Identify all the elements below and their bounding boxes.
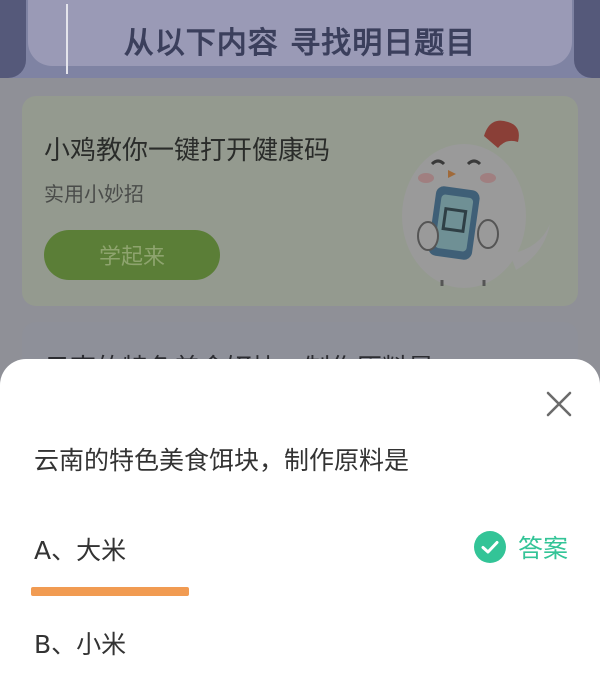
learn-button[interactable]: 学起来 bbox=[44, 230, 220, 280]
promo-card[interactable]: 小鸡教你一键打开健康码 实用小妙招 学起来 bbox=[22, 96, 578, 306]
answer-sheet: 云南的特色美食饵块，制作原料是 A、大米 答案 B、小米 bbox=[0, 359, 600, 699]
option-a[interactable]: A、大米 bbox=[34, 531, 126, 567]
answer-highlight-underline bbox=[31, 587, 189, 596]
answer-label: 答案 bbox=[517, 534, 568, 563]
question-text: 云南的特色美食饵块，制作原料是 bbox=[34, 446, 410, 475]
check-circle-icon bbox=[473, 531, 506, 563]
answer-badge: 答案 bbox=[473, 529, 568, 565]
chicken-mascot-icon bbox=[402, 120, 550, 288]
promo-subtitle: 实用小妙招 bbox=[44, 182, 144, 206]
option-b[interactable]: B、小米 bbox=[34, 625, 126, 661]
close-icon[interactable] bbox=[544, 389, 574, 419]
banner-title: 从以下内容 寻找明日题目 bbox=[123, 26, 477, 61]
banner: 从以下内容 寻找明日题目 bbox=[0, 0, 600, 78]
promo-title: 小鸡教你一键打开健康码 bbox=[44, 136, 331, 166]
banner-divider bbox=[66, 4, 68, 74]
